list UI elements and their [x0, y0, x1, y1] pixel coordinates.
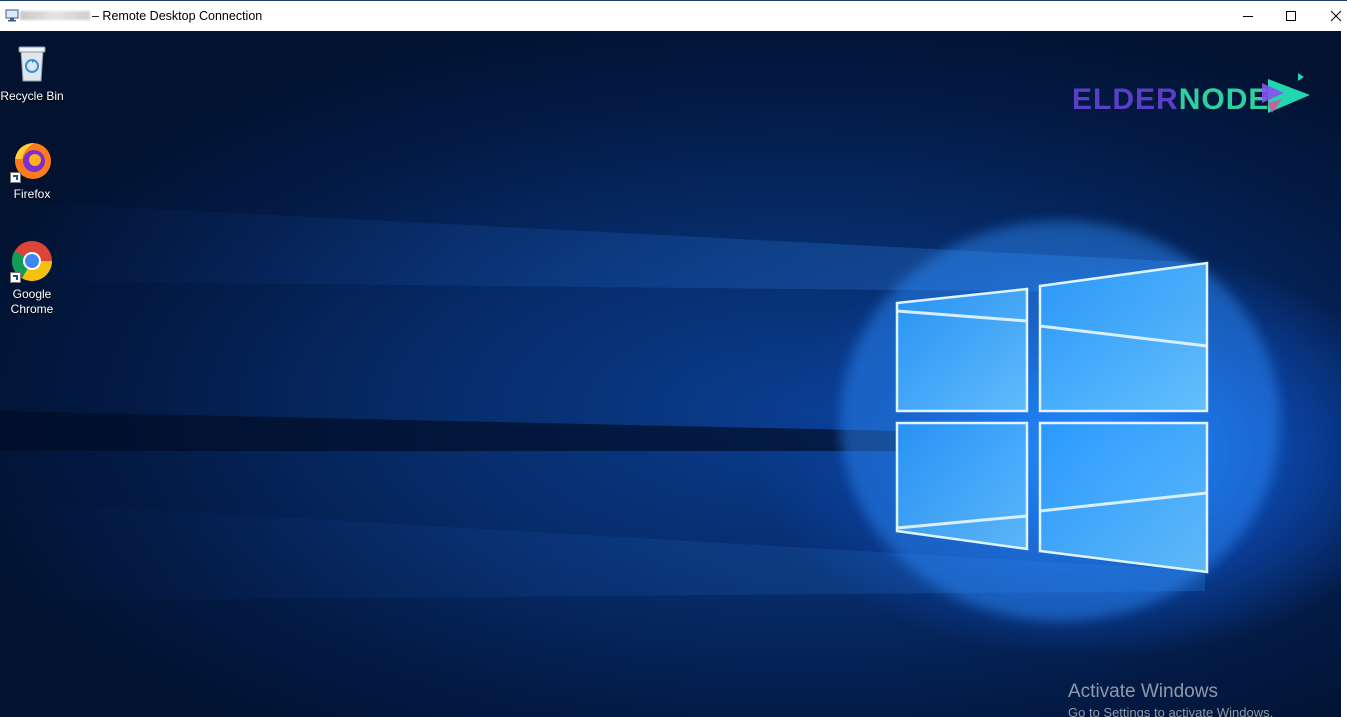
maximize-button[interactable]: [1268, 1, 1314, 31]
chrome-label: Google Chrome: [10, 287, 54, 316]
maximize-icon: [1286, 11, 1296, 21]
eldernode-logo: ELDERNODE: [1072, 83, 1269, 117]
eldernode-mark-icon: [1262, 73, 1310, 113]
recycle-bin-label: Recycle Bin: [0, 89, 64, 103]
hostname-redacted: [20, 11, 90, 20]
minimize-button[interactable]: [1225, 1, 1271, 31]
activation-subtitle: Go to Settings to activate Windows.: [1068, 705, 1274, 717]
remote-desktop-screen[interactable]: Recycle Bin Firefox Google Chrome ELDERN…: [0, 31, 1347, 717]
window-title: – Remote Desktop Connection: [92, 9, 263, 23]
brand-part2: NODE: [1178, 83, 1270, 116]
minimize-icon: [1243, 16, 1253, 17]
activation-title: Activate Windows: [1068, 681, 1218, 702]
firefox-icon: [10, 139, 54, 183]
window-titlebar[interactable]: – Remote Desktop Connection: [0, 0, 1347, 31]
brand-part1: ELDER: [1072, 83, 1179, 116]
chrome-icon: [10, 239, 54, 283]
desktop-icon-google-chrome[interactable]: Google Chrome: [0, 239, 64, 317]
close-button[interactable]: [1313, 1, 1347, 31]
desktop-icon-recycle-bin[interactable]: Recycle Bin: [0, 41, 64, 104]
recycle-bin-icon: [10, 41, 54, 85]
screen-edge: [1341, 31, 1347, 717]
shortcut-arrow-icon: [10, 272, 21, 283]
remote-desktop-icon: [5, 9, 19, 22]
firefox-label: Firefox: [13, 187, 51, 201]
close-icon: [1330, 10, 1342, 22]
windows-wallpaper: [0, 201, 1280, 621]
shortcut-arrow-icon: [10, 172, 21, 183]
activate-windows-watermark: Activate Windows Go to Settings to activ…: [1068, 681, 1273, 717]
desktop-icon-firefox[interactable]: Firefox: [0, 139, 64, 202]
